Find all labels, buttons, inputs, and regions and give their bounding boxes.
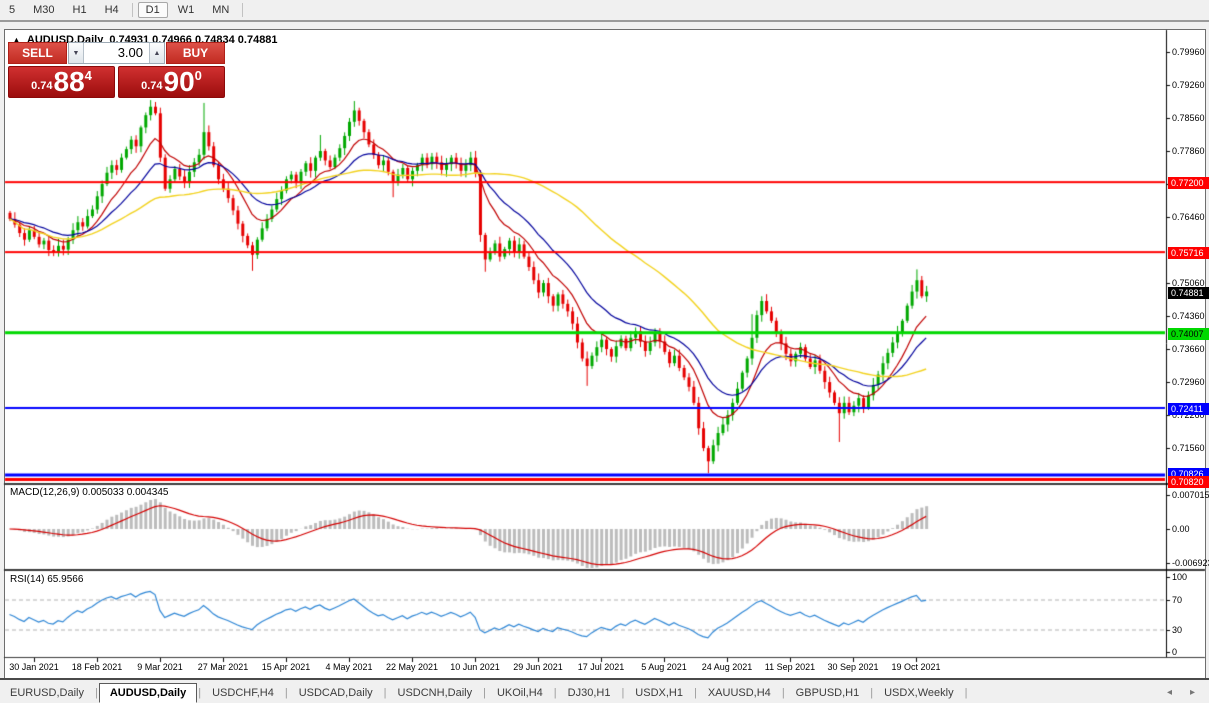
timeframe-button-d1[interactable]: D1 — [137, 2, 168, 18]
rsi-indicator-label: RSI(14) 65.9566 — [10, 574, 84, 585]
one-click-trading-panel: SELL ▼ 3.00 ▲ BUY 0.74 88 4 0.74 90 0 — [8, 42, 225, 98]
chart-tab-audusd-daily[interactable]: AUDUSD,Daily — [98, 683, 198, 703]
tab-separator: | — [964, 686, 968, 699]
price-axis-label: 0.77860 — [1172, 146, 1205, 157]
chart-tab-usdcad-daily[interactable]: USDCAD,Daily — [289, 684, 383, 702]
price-axis-label: 0.76460 — [1172, 212, 1205, 223]
date-axis-label: 10 Jun 2021 — [450, 662, 500, 672]
chart-tab-usdx-weekly[interactable]: USDX,Weekly — [874, 684, 963, 702]
tab-separator: | — [870, 686, 874, 699]
rsi-axis-label: 30 — [1172, 624, 1183, 635]
tab-separator: | — [383, 686, 387, 699]
date-axis-label: 24 Aug 2021 — [701, 662, 753, 672]
timeframe-button-w1[interactable]: W1 — [170, 2, 203, 18]
current-price-badge: 0.74881 — [1168, 286, 1209, 299]
level-price-badge: 0.75716 — [1168, 247, 1209, 260]
level-price-badge: 0.77200 — [1168, 177, 1209, 190]
chart-tab-ukoil-h4[interactable]: UKOil,H4 — [487, 684, 553, 702]
rsi-axis-label: 100 — [1172, 572, 1188, 582]
date-axis-label: 15 Apr 2021 — [261, 662, 311, 672]
buy-price-big: 90 — [163, 66, 195, 97]
sell-price-big: 88 — [53, 66, 85, 97]
tab-separator: | — [621, 686, 625, 699]
sell-price-pip: 4 — [84, 68, 92, 83]
volume-input[interactable]: 3.00 — [83, 43, 150, 63]
date-axis-label: 18 Feb 2021 — [71, 662, 123, 672]
timeframe-button-h4[interactable]: H4 — [97, 2, 127, 18]
tab-separator: | — [693, 686, 697, 699]
timeframe-button-h1[interactable]: H1 — [65, 2, 95, 18]
tab-separator: | — [781, 686, 785, 699]
date-axis-label: 27 Mar 2021 — [197, 662, 249, 672]
toolbar-separator — [242, 3, 244, 17]
buy-button[interactable]: BUY — [166, 42, 225, 64]
level-price-badge: 0.72411 — [1168, 402, 1209, 415]
date-axis-label: 30 Sep 2021 — [827, 662, 879, 672]
sell-button[interactable]: SELL — [8, 42, 67, 64]
tab-separator: | — [284, 686, 288, 699]
volume-decrease-button[interactable]: ▼ — [69, 43, 83, 63]
chart-tab-xauusd-h4[interactable]: XAUUSD,H4 — [698, 684, 781, 702]
chart-tab-usdx-h1[interactable]: USDX,H1 — [625, 684, 693, 702]
price-axis-label: 0.72960 — [1172, 377, 1205, 388]
date-axis-label: 5 Aug 2021 — [641, 662, 687, 672]
macd-axis-label: -0.006923 — [1172, 557, 1209, 568]
macd-axis-label: 0.007015 — [1172, 490, 1209, 500]
buy-price-prefix: 0.74 — [141, 80, 163, 92]
volume-increase-button[interactable]: ▲ — [150, 43, 164, 63]
chart-tab-usdchf-h4[interactable]: USDCHF,H4 — [202, 684, 284, 702]
date-axis-label: 19 Oct 2021 — [891, 662, 941, 672]
timeframe-button-mn[interactable]: MN — [204, 2, 237, 18]
buy-price-panel[interactable]: 0.74 90 0 — [118, 66, 225, 98]
sell-price-panel[interactable]: 0.74 88 4 — [8, 66, 115, 98]
tab-separator: | — [94, 686, 98, 699]
tab-separator: | — [553, 686, 557, 699]
toolbar-separator — [131, 3, 133, 17]
date-axis-label: 9 Mar 2021 — [137, 662, 183, 672]
chart-tab-gbpusd-h1[interactable]: GBPUSD,H1 — [786, 684, 870, 702]
date-axis-label: 30 Jan 2021 — [9, 662, 59, 672]
tab-separator: | — [483, 686, 486, 699]
chart-tab-usdcnh-daily[interactable]: USDCNH,Daily — [388, 684, 483, 702]
timeframe-button-5[interactable]: 5 — [1, 2, 23, 18]
tab-separator: | — [198, 686, 202, 699]
price-axis-label: 0.71560 — [1172, 443, 1205, 454]
timeframe-toolbar: 5 M30 H1 H4 D1 W1 MN — [0, 0, 1209, 22]
timeframe-button-m30[interactable]: M30 — [25, 2, 62, 18]
price-chart-canvas[interactable] — [0, 0, 1209, 703]
price-axis-label: 0.79260 — [1172, 80, 1205, 90]
buy-price-pip: 0 — [194, 68, 202, 83]
date-axis-label: 4 May 2021 — [325, 662, 373, 672]
date-axis-label: 29 Jun 2021 — [513, 662, 563, 672]
level-price-badge: 0.74007 — [1168, 327, 1209, 340]
tab-scroll-right-icon[interactable]: ▸ — [1190, 687, 1195, 698]
volume-stepper: ▼ 3.00 ▲ — [68, 42, 165, 64]
price-axis-label: 0.78560 — [1172, 113, 1205, 124]
rsi-axis-label: 0 — [1172, 647, 1178, 657]
price-axis-label: 0.73660 — [1172, 344, 1205, 355]
date-axis-label: 22 May 2021 — [385, 662, 439, 672]
price-axis-label: 0.74360 — [1172, 311, 1205, 322]
chart-tab-eurusd-daily[interactable]: EURUSD,Daily — [0, 684, 94, 702]
rsi-axis-label: 70 — [1172, 594, 1183, 605]
chart-tab-dj30-h1[interactable]: DJ30,H1 — [558, 684, 621, 702]
macd-indicator-label: MACD(12,26,9) 0.005033 0.004345 — [10, 487, 169, 498]
macd-axis-label: 0.00 — [1172, 524, 1190, 534]
date-axis-label: 17 Jul 2021 — [577, 662, 625, 672]
chart-tab-bar: EURUSD,Daily | AUDUSD,Daily | USDCHF,H4 | USDC… — [0, 678, 1209, 703]
level-price-badge: 0.70820 — [1168, 476, 1209, 488]
sell-price-prefix: 0.74 — [31, 80, 53, 92]
price-axis-label: 0.79960 — [1172, 47, 1205, 57]
tab-scroll-left-icon[interactable]: ◂ — [1167, 687, 1172, 698]
date-axis-label: 11 Sep 2021 — [764, 662, 816, 672]
